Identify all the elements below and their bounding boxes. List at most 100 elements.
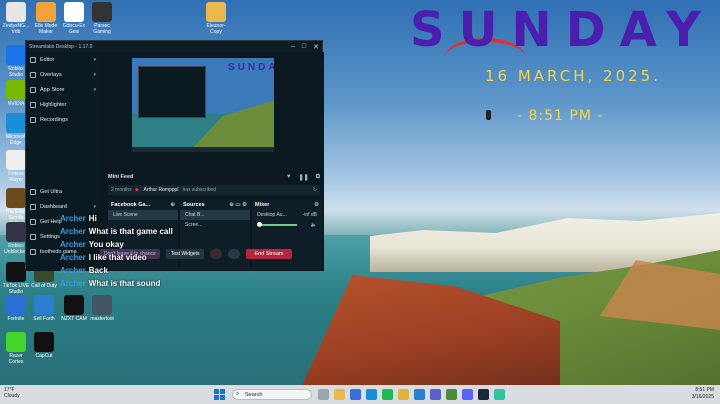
record-button[interactable]: [210, 249, 223, 259]
preview-day-text: SUNDAY: [228, 62, 274, 73]
popout-icon[interactable]: ⧉: [316, 174, 320, 181]
widget-day: SUNDAY: [410, 2, 715, 58]
taskbar: 17°F Cloudy ⌕ Search 8:51 PM 3/16/2025: [0, 385, 720, 404]
doc-icon: [6, 2, 26, 22]
chevron-down-icon: ▾: [93, 56, 96, 63]
desktop-icon[interactable]: Parsec Gaming: [88, 2, 116, 35]
stream-preview[interactable]: SUNDAY: [132, 58, 274, 152]
desktop-icon[interactable]: Fortnite: [2, 295, 30, 322]
sidebar-item-overlays[interactable]: Overlays ▾: [26, 67, 100, 82]
add-scene-icon[interactable]: ⊕: [170, 202, 175, 208]
minimize-icon[interactable]: –: [291, 43, 295, 51]
chat-message: Archer You okay: [60, 238, 190, 251]
chat-username: Archer: [60, 253, 86, 262]
sidebar-item-app-store[interactable]: App Store ▾: [26, 82, 100, 97]
tiktok-icon: [6, 262, 26, 282]
roblox-icon: [6, 45, 26, 65]
chat-text: What is that sound: [88, 279, 161, 288]
chat-text: You okay: [88, 240, 124, 249]
desktop-icon[interactable]: Eleanor-Copy: [202, 2, 230, 35]
refresh-icon[interactable]: ↻: [313, 187, 317, 193]
desktop-icon[interactable]: ZeidysNG... Vdb: [2, 2, 30, 35]
paraglider-person: [486, 110, 491, 120]
youtube-icon: ▶: [135, 187, 140, 193]
desktop-icon[interactable]: Gdocu-Ex Gesi: [60, 2, 88, 35]
start-button[interactable]: [214, 389, 225, 400]
capcut-icon: [34, 332, 54, 352]
mixer-item: Desktop Au... -inf dB: [257, 212, 317, 218]
title-bar[interactable]: Streamlabs Desktop - 1.17.0 – □ ✕: [26, 41, 322, 52]
chat-username: Archer: [60, 266, 86, 275]
sidebar-item-highlighter[interactable]: Highlighter: [26, 97, 100, 112]
game-icon: [6, 222, 26, 242]
user-icon: [30, 248, 36, 255]
edge-icon[interactable]: [366, 389, 377, 400]
maximize-icon[interactable]: □: [302, 43, 306, 51]
desktop-icon[interactable]: Sell Forth: [30, 295, 58, 322]
replay-button[interactable]: [228, 249, 241, 259]
chat-username: Archer: [60, 279, 86, 288]
chat-message: Archer I like that video: [60, 251, 190, 264]
desktop-icon[interactable]: NZXT CAM: [60, 295, 88, 322]
sidebar-item-editor[interactable]: Editor ▾: [26, 52, 100, 67]
chat-message: Archer What is that sound: [60, 277, 190, 290]
chat-username: Archer: [60, 227, 86, 236]
game-icon: [6, 295, 26, 315]
editor-icon: [30, 56, 36, 63]
app-icon: [36, 2, 56, 22]
chat-message: Archer What is that game call: [60, 225, 190, 238]
chat-text: What is that game call: [88, 227, 173, 236]
desktop-icon[interactable]: Elle Mode Maker: [32, 2, 60, 35]
roblox-icon: [6, 150, 26, 170]
chat-text: Hi: [88, 214, 97, 223]
chrome-icon[interactable]: [398, 389, 409, 400]
taskview-icon[interactable]: [318, 389, 329, 400]
razer-icon: [6, 332, 26, 352]
pause-icon[interactable]: ❚❚: [299, 174, 309, 181]
search-box[interactable]: ⌕ Search: [232, 389, 312, 400]
steam-icon[interactable]: [478, 389, 489, 400]
highlighter-icon: [30, 101, 36, 108]
mixer-settings-icon[interactable]: ⚙: [314, 202, 319, 208]
app-icon: [34, 295, 54, 315]
search-icon: ⌕: [236, 391, 240, 397]
mute-icon[interactable]: 🔈: [311, 222, 317, 228]
sidebar-item-recordings[interactable]: Recordings: [26, 112, 100, 127]
sidebar-item-get-ultra[interactable]: Get Ultra: [26, 184, 100, 199]
chat-username: Archer: [60, 240, 86, 249]
store-icon[interactable]: [350, 389, 361, 400]
desktop-icon[interactable]: mastertool: [88, 295, 116, 322]
folder-icon: [206, 2, 226, 22]
streamlabs-icon[interactable]: [494, 389, 505, 400]
source-item[interactable]: Chat B...: [180, 210, 250, 220]
chevron-down-icon: ▾: [93, 71, 96, 78]
ultra-icon: [30, 188, 36, 195]
settings-icon: [30, 233, 36, 240]
mini-feed-event[interactable]: 2 months ▶ Arthur Rompppl has subscribed…: [108, 185, 320, 195]
end-stream-button[interactable]: End Stream: [246, 249, 292, 259]
file-explorer-icon[interactable]: [334, 389, 345, 400]
source-item[interactable]: Scree...: [180, 220, 250, 230]
mini-feed-title: Mini Feed: [108, 174, 134, 180]
store-icon: [30, 86, 36, 93]
mail-icon[interactable]: [414, 389, 425, 400]
edge-icon: [6, 113, 26, 133]
volume-slider[interactable]: [257, 222, 297, 227]
overlays-icon: [30, 71, 36, 78]
close-icon[interactable]: ✕: [313, 43, 319, 51]
spotify-icon[interactable]: [382, 389, 393, 400]
add-source-icon[interactable]: ⊕ ▭ ⚙: [229, 202, 247, 208]
mini-feed-header: Mini Feed ▼ ❚❚ ⧉: [108, 172, 320, 182]
recordings-icon: [30, 116, 36, 123]
desktop-icon[interactable]: Razer Cortex: [2, 332, 30, 365]
teams-icon[interactable]: [430, 389, 441, 400]
chat-username: Archer: [60, 214, 86, 223]
filter-icon[interactable]: ▼: [286, 174, 292, 181]
chat-text: Back: [88, 266, 108, 275]
dashboard-icon: [30, 203, 36, 210]
weather-widget[interactable]: 17°F Cloudy: [4, 387, 20, 399]
discord-icon[interactable]: [462, 389, 473, 400]
system-clock[interactable]: 8:51 PM 3/16/2025: [692, 387, 714, 401]
minecraft-icon[interactable]: [446, 389, 457, 400]
desktop-icon[interactable]: CapCut: [30, 332, 58, 359]
